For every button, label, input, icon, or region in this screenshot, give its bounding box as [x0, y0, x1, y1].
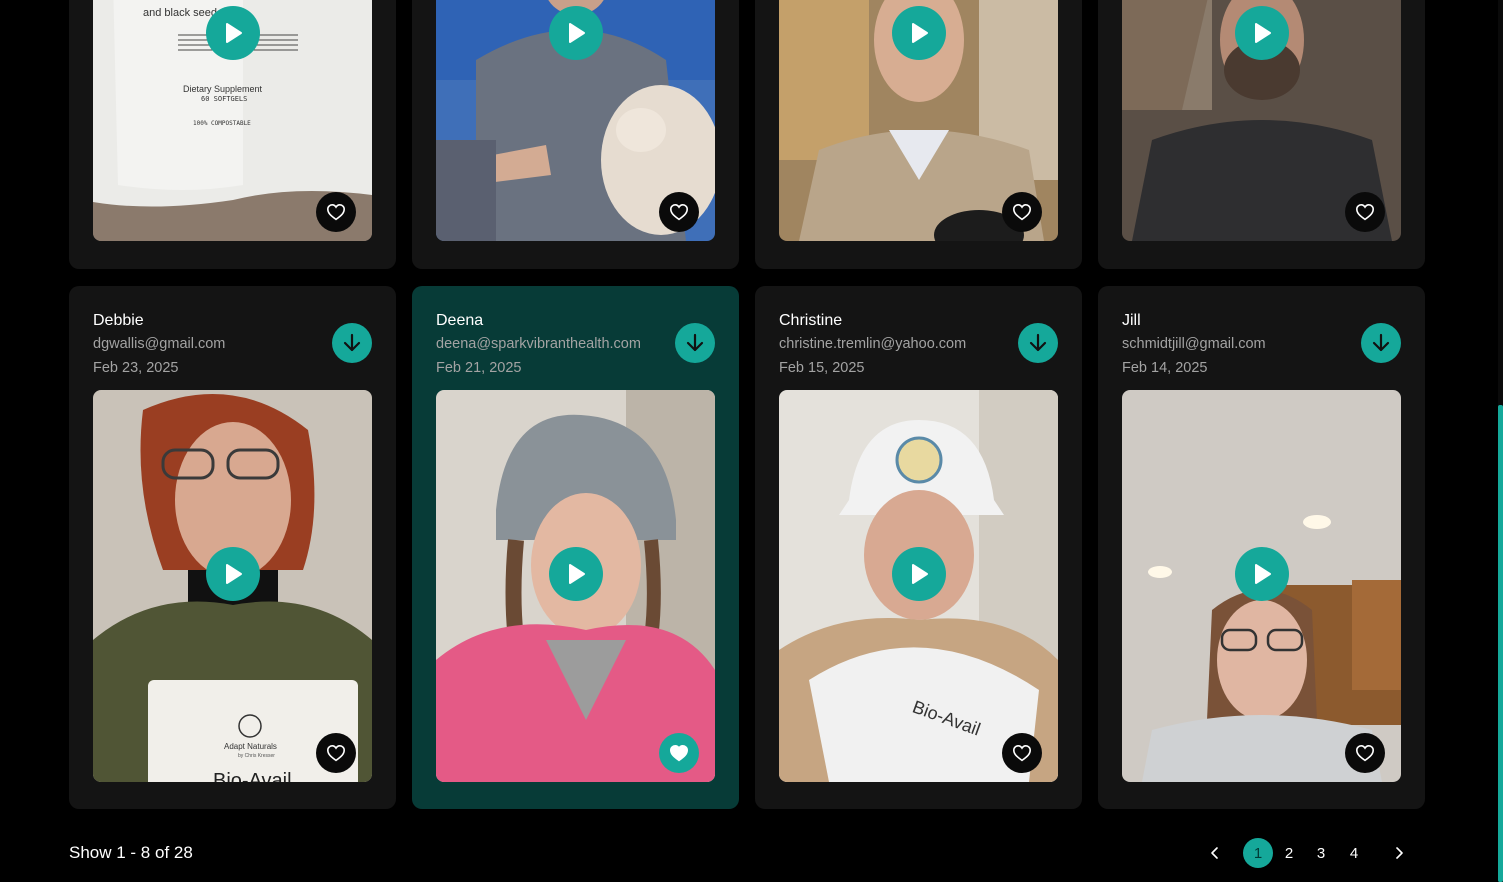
bag-product-text: Bio-Avail [213, 770, 292, 782]
video-thumbnail[interactable] [1122, 0, 1401, 241]
play-button[interactable] [1234, 6, 1289, 60]
video-thumbnail[interactable]: and black seed Dietary Supplement 60 SOF… [93, 0, 372, 241]
submitter-email: schmidtjill@gmail.com [1122, 336, 1266, 352]
play-button[interactable] [548, 547, 603, 601]
video-card-top-2[interactable] [412, 0, 739, 269]
prev-page-button[interactable] [1200, 838, 1230, 868]
play-button[interactable] [548, 6, 603, 60]
results-count: Show 1 - 8 of 28 [69, 843, 193, 862]
download-button[interactable] [332, 323, 372, 363]
favorite-button[interactable] [1002, 733, 1042, 773]
play-icon [225, 564, 242, 584]
download-button[interactable] [1361, 323, 1401, 363]
play-icon [1254, 23, 1271, 43]
video-thumbnail[interactable] [436, 0, 715, 241]
play-button[interactable] [205, 6, 260, 60]
bag-brand-text: Adapt Naturals [224, 742, 277, 751]
play-button[interactable] [891, 547, 946, 601]
play-button[interactable] [205, 547, 260, 601]
play-icon [225, 23, 242, 43]
submission-date: Feb 21, 2025 [436, 360, 522, 376]
scrollbar-thumb[interactable] [1498, 405, 1503, 882]
heart-icon [1012, 203, 1032, 221]
play-icon [911, 23, 928, 43]
submitter-name: Deena [436, 312, 484, 329]
page-button[interactable]: 3 [1306, 838, 1336, 868]
play-button[interactable] [1234, 547, 1289, 601]
next-page-button[interactable] [1384, 838, 1414, 868]
heart-icon [326, 744, 346, 762]
submitter-email: christine.tremlin@yahoo.com [779, 336, 967, 352]
favorite-button[interactable] [316, 733, 356, 773]
heart-icon [1355, 203, 1375, 221]
video-thumbnail[interactable] [436, 390, 715, 782]
heart-icon [1355, 744, 1375, 762]
play-button[interactable] [891, 6, 946, 60]
video-card[interactable]: Jill schmidtjill@gmail.com Feb 14, 2025 [1098, 286, 1425, 809]
submission-date: Feb 23, 2025 [93, 360, 179, 376]
video-card-selected[interactable]: Deena deena@sparkvibranthealth.com Feb 2… [412, 286, 739, 809]
submission-date: Feb 15, 2025 [779, 360, 865, 376]
page-button[interactable]: 2 [1274, 838, 1304, 868]
play-icon [911, 564, 928, 584]
heart-icon [669, 203, 689, 221]
page-button-current[interactable]: 1 [1243, 838, 1273, 868]
bag-text-supplement: Dietary Supplement [183, 84, 263, 94]
video-card-top-3[interactable] [755, 0, 1082, 269]
heart-icon [1012, 744, 1032, 762]
play-icon [568, 564, 585, 584]
page-scrollbar[interactable] [1498, 0, 1503, 882]
submission-date: Feb 14, 2025 [1122, 360, 1208, 376]
download-button[interactable] [1018, 323, 1058, 363]
favorite-button[interactable] [659, 192, 699, 232]
video-card-top-1[interactable]: and black seed Dietary Supplement 60 SOF… [69, 0, 396, 269]
favorite-button[interactable] [1002, 192, 1042, 232]
submitter-email: dgwallis@gmail.com [93, 336, 226, 352]
video-thumbnail[interactable]: Adapt Naturals by Chris Kresser Bio-Avai… [93, 390, 372, 782]
download-arrow-icon [686, 333, 704, 352]
download-arrow-icon [343, 333, 361, 352]
submitter-name: Debbie [93, 312, 144, 329]
bag-brand-subtext: by Chris Kresser [238, 753, 275, 759]
favorite-button[interactable] [316, 192, 356, 232]
video-thumbnail[interactable] [779, 0, 1058, 241]
submitter-name: Christine [779, 312, 843, 329]
favorite-button[interactable] [1345, 733, 1385, 773]
chevron-left-icon [1211, 847, 1218, 859]
favorite-button-active[interactable] [659, 733, 699, 773]
chevron-right-icon [1396, 847, 1403, 859]
video-card[interactable]: Debbie dgwallis@gmail.com Feb 23, 2025 A… [69, 286, 396, 809]
download-arrow-icon [1029, 333, 1047, 352]
favorite-button[interactable] [1345, 192, 1385, 232]
heart-icon [326, 203, 346, 221]
video-card-top-4[interactable] [1098, 0, 1425, 269]
submitter-email: deena@sparkvibranthealth.com [436, 336, 641, 352]
play-icon [1254, 564, 1271, 584]
download-button[interactable] [675, 323, 715, 363]
bag-text-ingredients: and black seed [143, 7, 217, 19]
video-card[interactable]: Christine christine.tremlin@yahoo.com Fe… [755, 286, 1082, 809]
bag-text-compostable: 100% COMPOSTABLE [193, 120, 251, 127]
video-thumbnail[interactable]: Bio-Avail [779, 390, 1058, 782]
heart-filled-icon [669, 744, 689, 762]
download-arrow-icon [1372, 333, 1390, 352]
bag-text-softgels: 60 SOFTGELS [201, 95, 248, 103]
play-icon [568, 23, 585, 43]
submitter-name: Jill [1122, 312, 1141, 329]
page-button[interactable]: 4 [1339, 838, 1369, 868]
video-thumbnail[interactable] [1122, 390, 1401, 782]
